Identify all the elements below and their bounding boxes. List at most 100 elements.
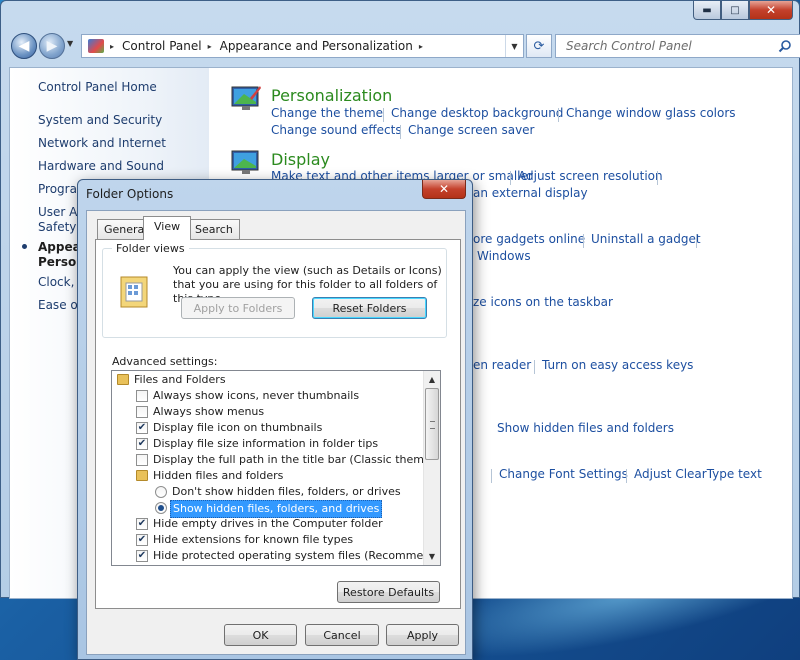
checkbox-always-show-menus[interactable]: [136, 406, 148, 418]
link-connect-external-display[interactable]: an external display: [473, 186, 588, 200]
link-separator: [696, 234, 697, 248]
list-item[interactable]: Always show icons, never thumbnails: [112, 388, 425, 404]
forward-button[interactable]: ▶: [39, 33, 65, 59]
list-item[interactable]: Display the full path in the title bar (…: [112, 452, 440, 468]
list-item-label[interactable]: Display the full path in the title bar (…: [153, 452, 440, 468]
link-taskbar-icons[interactable]: ze icons on the taskbar: [473, 295, 613, 309]
reset-folders-button[interactable]: Reset Folders: [312, 297, 427, 319]
checkbox-file-icon-thumbnails[interactable]: ✔: [136, 422, 148, 434]
display-title[interactable]: Display: [271, 150, 330, 169]
list-item-label[interactable]: Hide empty drives in the Computer folder: [153, 516, 383, 532]
left-pane-link-network[interactable]: Network and Internet: [38, 136, 166, 150]
folder-icon: [117, 374, 129, 385]
checkbox-always-show-icons[interactable]: [136, 390, 148, 402]
left-pane-link-home[interactable]: Control Panel Home: [38, 80, 157, 94]
list-item-label[interactable]: Always show menus: [153, 404, 264, 420]
apply-to-folders-button[interactable]: Apply to Folders: [181, 297, 295, 319]
scrollbar-grip-icon: [430, 421, 435, 429]
list-item-label[interactable]: Display file icon on thumbnails: [153, 420, 322, 436]
link-gadgets-windows[interactable]: Windows: [477, 249, 531, 263]
address-bar[interactable]: ▸ Control Panel ▸ Appearance and Persona…: [81, 34, 524, 58]
breadcrumb-control-panel[interactable]: Control Panel: [122, 39, 202, 53]
link-more-gadgets-online[interactable]: ore gadgets online: [473, 232, 585, 246]
link-separator: [558, 108, 559, 122]
checkbox-hide-empty-drives[interactable]: ✔: [136, 518, 148, 530]
list-item-label[interactable]: Display file size information in folder …: [153, 436, 378, 452]
breadcrumb-chevron-icon[interactable]: ▸: [419, 42, 423, 51]
tab-view[interactable]: View: [143, 216, 192, 240]
left-pane-link-user-accounts-line2[interactable]: Safety: [38, 220, 76, 234]
search-box[interactable]: [555, 34, 800, 58]
folder-icon: [136, 470, 148, 481]
dialog-close-button[interactable]: ✕: [422, 180, 466, 199]
link-separator: [510, 171, 511, 185]
link-easy-access-keys[interactable]: Turn on easy access keys: [542, 358, 693, 372]
link-change-glass-colors[interactable]: Change window glass colors: [566, 106, 736, 120]
list-item[interactable]: Show hidden files, folders, and drives: [112, 500, 425, 518]
list-item[interactable]: ✔ Hide empty drives in the Computer fold…: [112, 516, 425, 532]
list-item-label[interactable]: Hide protected operating system files (R…: [153, 548, 440, 564]
search-input[interactable]: [566, 39, 766, 53]
left-pane-link-ease-of-access[interactable]: Ease of: [38, 298, 82, 312]
list-item: Hidden files and folders: [112, 468, 425, 484]
checkbox-full-path-title[interactable]: [136, 454, 148, 466]
list-item-label[interactable]: Always show icons, never thumbnails: [153, 388, 359, 404]
checkbox-hide-protected-files[interactable]: ✔: [136, 550, 148, 562]
link-show-hidden-files[interactable]: Show hidden files and folders: [497, 421, 674, 435]
ok-button[interactable]: OK: [224, 624, 297, 646]
caption-buttons: ▬ □ ✕: [693, 1, 793, 20]
breadcrumb-appearance-personalization[interactable]: Appearance and Personalization: [220, 39, 413, 53]
link-separator: [534, 360, 535, 374]
advanced-settings-list[interactable]: Files and Folders Always show icons, nev…: [111, 370, 441, 566]
checkbox-file-size-info[interactable]: ✔: [136, 438, 148, 450]
left-pane-link-system[interactable]: System and Security: [38, 113, 162, 127]
link-separator: [491, 469, 492, 483]
checkbox-hide-extensions[interactable]: ✔: [136, 534, 148, 546]
list-item-label[interactable]: Hide extensions for known file types: [153, 532, 353, 548]
link-change-theme[interactable]: Change the theme: [271, 106, 383, 120]
address-dropdown-icon[interactable]: ▼: [505, 35, 523, 57]
cancel-button[interactable]: Cancel: [305, 624, 379, 646]
tab-search[interactable]: Search: [188, 219, 240, 239]
link-change-sound-effects[interactable]: Change sound effects: [271, 123, 402, 137]
radio-show-hidden[interactable]: [155, 502, 167, 514]
link-uninstall-gadget[interactable]: Uninstall a gadget: [591, 232, 701, 246]
list-item[interactable]: Always show menus: [112, 404, 425, 420]
link-adjust-cleartype[interactable]: Adjust ClearType text: [634, 467, 762, 481]
recent-pages-chevron-icon[interactable]: ▼: [67, 39, 73, 48]
link-screen-reader[interactable]: en reader: [473, 358, 531, 372]
link-change-desktop-background[interactable]: Change desktop background: [391, 106, 563, 120]
list-item[interactable]: Don't show hidden files, folders, or dri…: [112, 484, 425, 500]
personalization-monitor-icon[interactable]: [230, 84, 262, 114]
apply-button[interactable]: Apply: [386, 624, 459, 646]
breadcrumb-chevron-icon[interactable]: ▸: [110, 42, 114, 51]
back-button[interactable]: ◀: [11, 33, 37, 59]
radio-dont-show-hidden[interactable]: [155, 486, 167, 498]
link-change-font-settings[interactable]: Change Font Settings: [499, 467, 628, 481]
list-item[interactable]: ✔ Display file icon on thumbnails: [112, 420, 425, 436]
breadcrumb-chevron-icon[interactable]: ▸: [208, 42, 212, 51]
vertical-scrollbar[interactable]: ▲ ▼: [423, 371, 440, 565]
close-button[interactable]: ✕: [749, 1, 793, 20]
link-adjust-resolution[interactable]: Adjust screen resolution: [518, 169, 663, 183]
scrollbar-thumb[interactable]: [425, 388, 439, 460]
list-item: Files and Folders: [112, 372, 425, 388]
list-item[interactable]: ✔ Hide extensions for known file types: [112, 532, 425, 548]
scroll-up-arrow-icon[interactable]: ▲: [424, 371, 440, 387]
maximize-button[interactable]: □: [721, 1, 749, 20]
refresh-button[interactable]: ⟳: [526, 34, 552, 58]
link-separator: [583, 234, 584, 248]
list-item-label[interactable]: Don't show hidden files, folders, or dri…: [172, 484, 401, 500]
personalization-title[interactable]: Personalization: [271, 86, 392, 105]
link-change-screen-saver[interactable]: Change screen saver: [408, 123, 535, 137]
restore-defaults-button[interactable]: Restore Defaults: [337, 581, 440, 603]
list-item[interactable]: ✔ Display file size information in folde…: [112, 436, 425, 452]
left-pane-link-hardware[interactable]: Hardware and Sound: [38, 159, 164, 173]
control-panel-icon: [88, 39, 104, 53]
scroll-down-arrow-icon[interactable]: ▼: [424, 548, 440, 564]
list-item-label: Hidden files and folders: [153, 469, 284, 482]
search-icon[interactable]: [778, 39, 792, 53]
display-monitor-icon[interactable]: [230, 148, 262, 178]
minimize-button[interactable]: ▬: [693, 1, 721, 20]
list-item[interactable]: ✔ Hide protected operating system files …: [112, 548, 440, 564]
